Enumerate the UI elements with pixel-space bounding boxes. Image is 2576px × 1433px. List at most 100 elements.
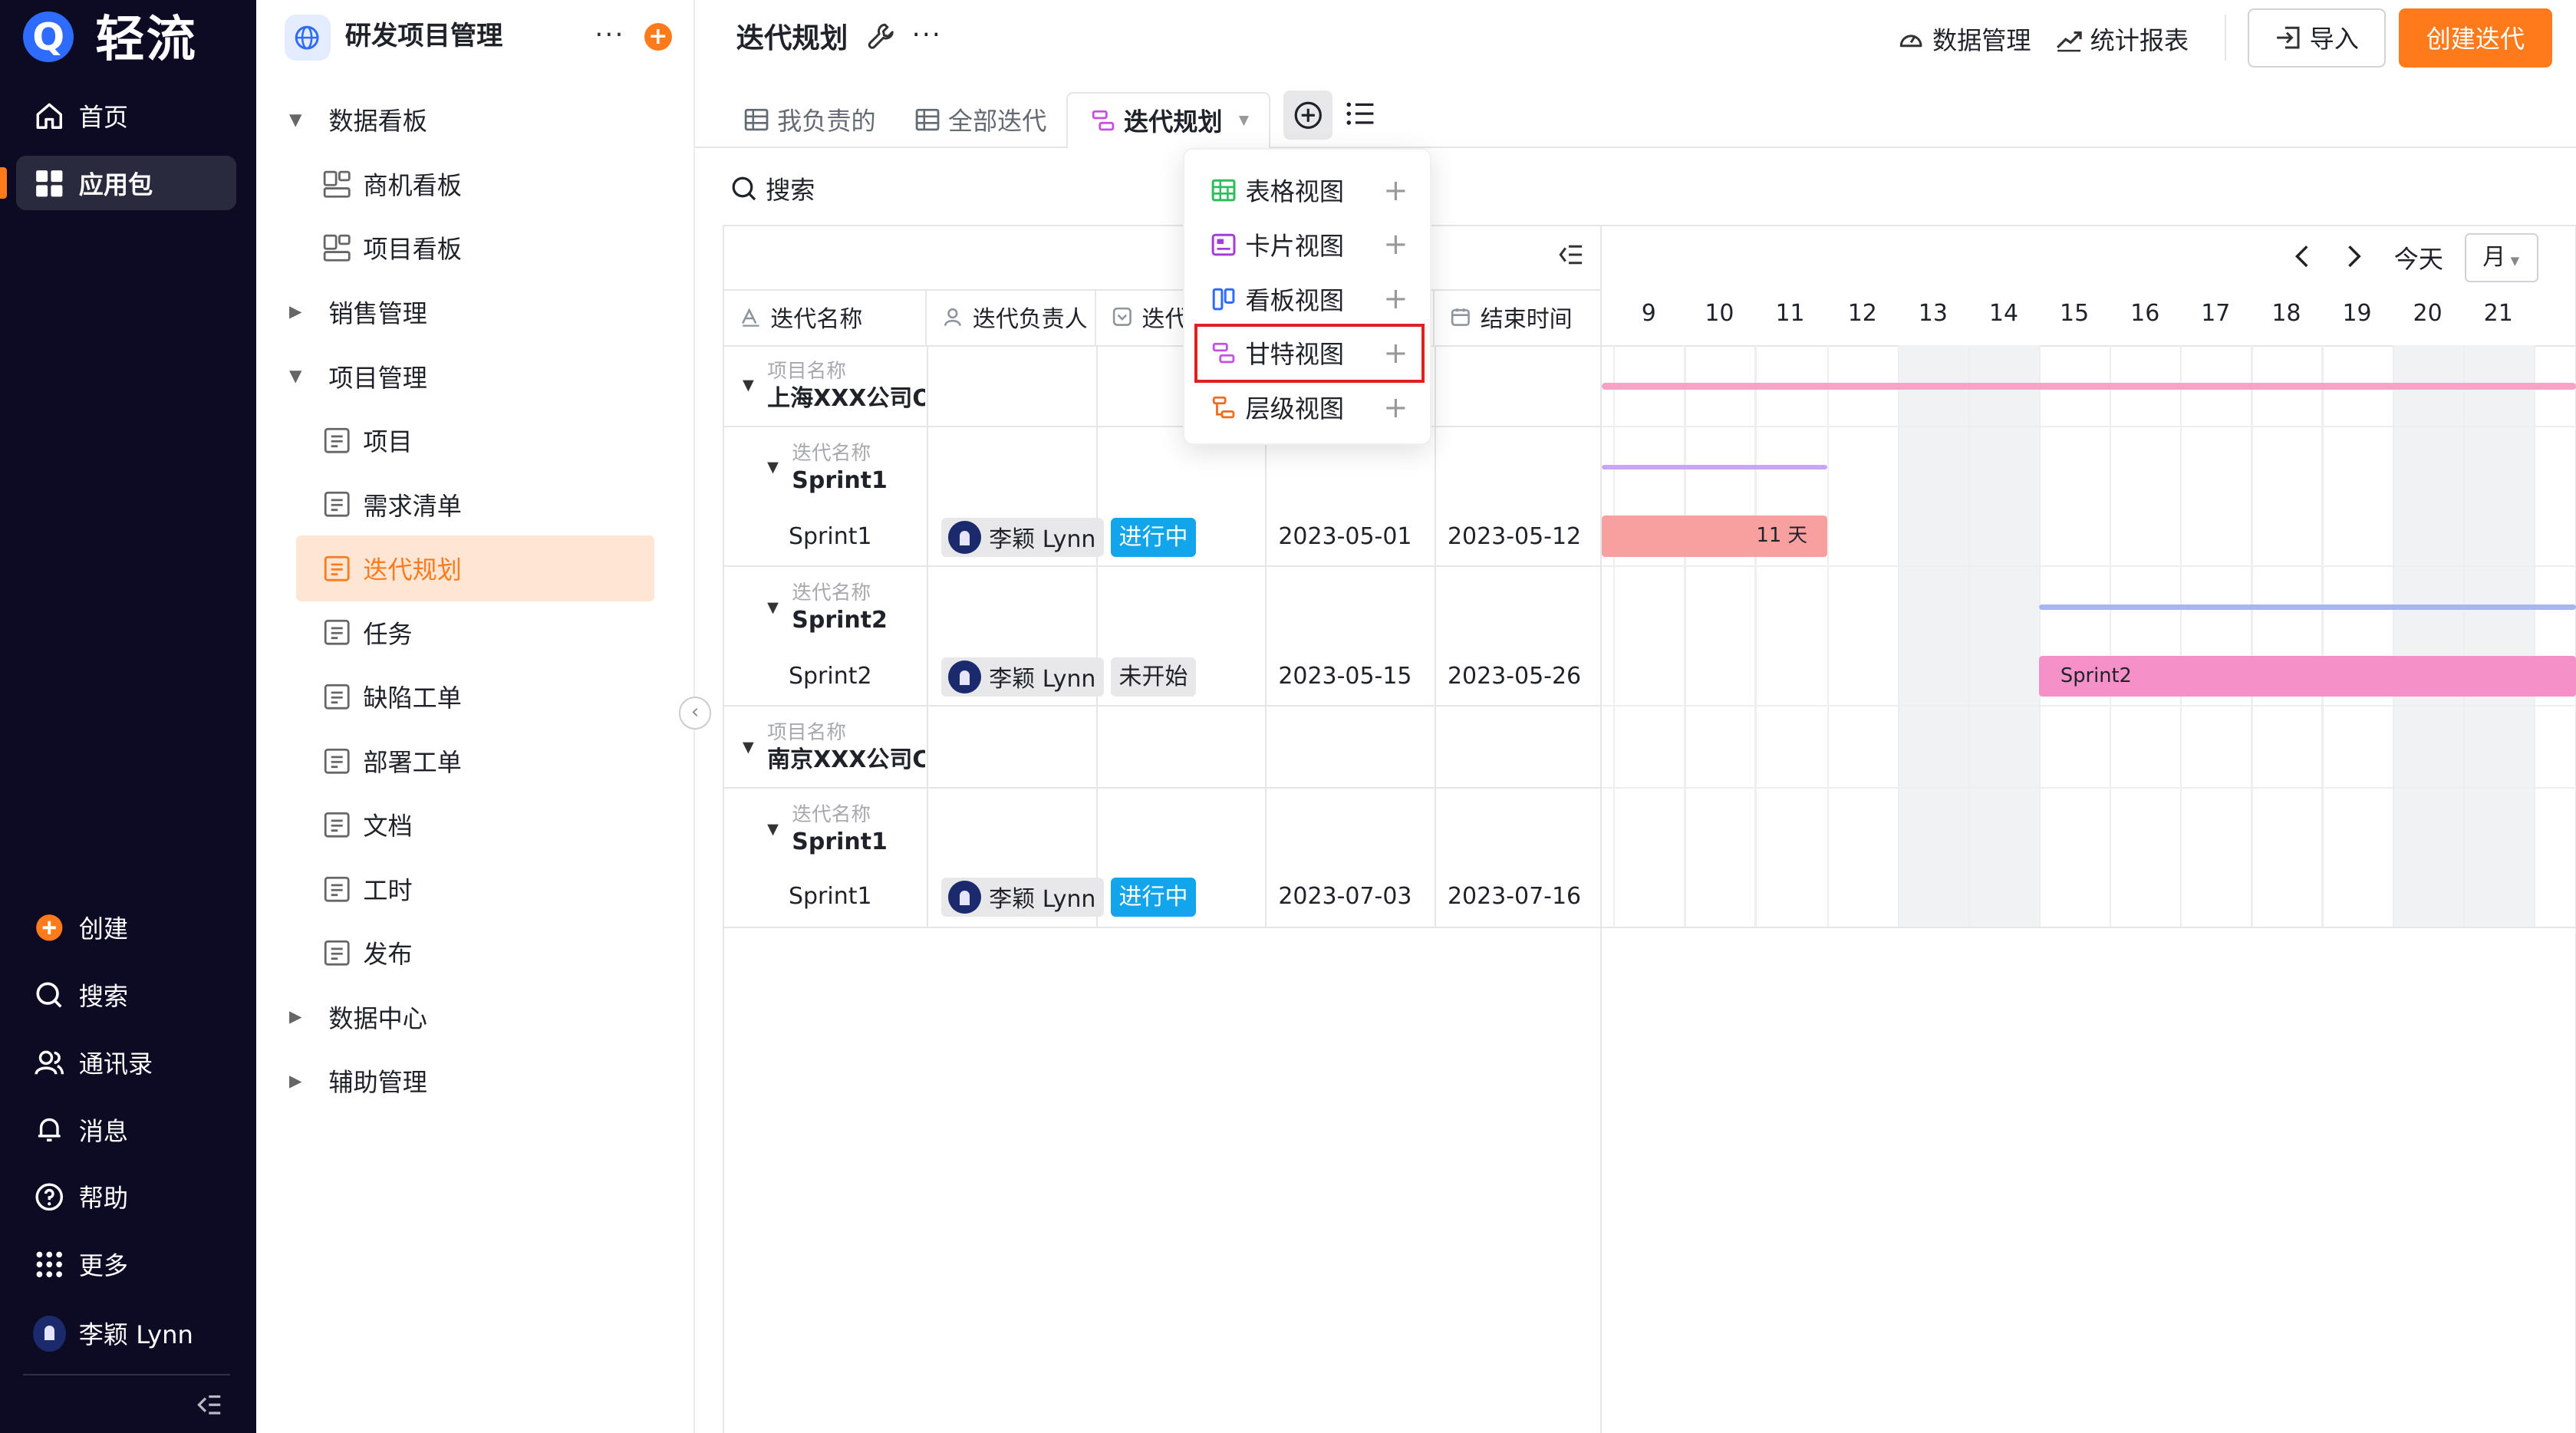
group-label: 迭代名称 (792, 442, 871, 466)
cell-end-date[interactable]: 2023-05-26 (1448, 660, 1581, 693)
cell-iteration-name[interactable]: Sprint1 (789, 881, 872, 914)
page-more-button[interactable]: ··· (912, 20, 942, 51)
data-manage-label: 数据管理 (1932, 25, 2031, 55)
sidebar-item-defects[interactable]: 缺陷工单 (322, 666, 462, 728)
menu-item-kanban-view[interactable]: 看板视图 + (1211, 276, 1408, 322)
sidebar-item-biz-board[interactable]: 商机看板 (322, 153, 462, 215)
today-button[interactable]: 今天 (2394, 240, 2443, 275)
import-icon (2276, 26, 2300, 49)
sidebar-item-release[interactable]: 发布 (322, 922, 413, 984)
tab-iteration-plan[interactable]: 迭代规划 ▼ (1066, 91, 1270, 148)
owner-tag[interactable]: 李颖 Lynn (941, 877, 1105, 917)
cell-start-date[interactable]: 2023-07-03 (1278, 881, 1412, 914)
status-badge[interactable]: 进行中 (1110, 877, 1197, 917)
nav-item-help[interactable]: 帮助 (16, 1170, 236, 1224)
cell-start-date[interactable]: 2023-05-15 (1278, 660, 1412, 693)
form-icon (322, 810, 352, 840)
wrench-icon[interactable] (866, 21, 896, 58)
nav-item-create[interactable]: 创建 (16, 901, 236, 955)
task-bar-sprint1[interactable]: 11 天 (1602, 516, 1827, 557)
dashboard-icon (322, 170, 352, 199)
sidebar-item-iteration-plan[interactable]: 迭代规划 (322, 537, 462, 599)
nav-item-messages[interactable]: 消息 (16, 1102, 236, 1157)
trend-chart-icon (2056, 31, 2082, 52)
status-badge[interactable]: 进行中 (1110, 517, 1197, 557)
row-line (1602, 704, 2576, 707)
tab-mine[interactable]: 我负责的 (744, 92, 876, 148)
data-manage-button[interactable]: 数据管理 (1898, 21, 2031, 57)
caret-down-icon[interactable]: ▼ (767, 820, 779, 838)
header-divider (2225, 15, 2227, 61)
view-list-icon[interactable] (1346, 100, 1375, 133)
nav-divider (22, 1373, 230, 1375)
menu-item-card-view[interactable]: 卡片视图 + (1211, 222, 1408, 268)
task-bar-sprint2[interactable]: Sprint2 (2039, 655, 2576, 697)
nav-item-search[interactable]: 搜索 (16, 968, 236, 1023)
plus-icon[interactable]: + (1383, 282, 1408, 316)
add-view-button[interactable] (1283, 90, 1333, 140)
sidebar-group-sales[interactable]: ▶ 销售管理 (289, 281, 427, 343)
day-divider (2392, 344, 2394, 927)
chevron-left-icon[interactable] (2292, 243, 2312, 275)
nav-user[interactable]: 李颖 Lynn (16, 1306, 236, 1361)
sidebar-item-hours[interactable]: 工时 (322, 858, 413, 920)
sidebar-item-tasks[interactable]: 任务 (322, 601, 413, 664)
chevron-right-icon[interactable] (2344, 243, 2364, 275)
tab-all[interactable]: 全部迭代 (915, 92, 1046, 148)
cell-end-date[interactable]: 2023-07-16 (1448, 881, 1581, 914)
sidebar-group-data-board[interactable]: ▼ 数据看板 (289, 89, 427, 151)
menu-item-label: 表格视图 (1245, 177, 1344, 207)
sidebar-item-project[interactable]: 项目 (322, 409, 413, 471)
collapse-nav-icon[interactable] (194, 1390, 224, 1426)
nav-item-home[interactable]: 首页 (16, 89, 236, 143)
plus-icon[interactable]: + (1383, 390, 1408, 425)
tab-label: 全部迭代 (947, 107, 1047, 137)
nav-item-contacts[interactable]: 通讯录 (16, 1035, 236, 1089)
bell-icon (33, 1113, 66, 1146)
sidebar-item-docs[interactable]: 文档 (322, 794, 413, 856)
sidebar-group-aux[interactable]: ▶ 辅助管理 (289, 1050, 427, 1112)
col-header-owner[interactable]: 迭代负责人 (927, 288, 1096, 345)
plus-icon[interactable]: + (1383, 173, 1408, 208)
cell-iteration-name[interactable]: Sprint1 (789, 521, 872, 554)
cell-iteration-name[interactable]: Sprint2 (789, 660, 872, 693)
create-iteration-button[interactable]: 创建迭代 (2399, 8, 2552, 68)
sidebar-item-project-board[interactable]: 项目看板 (322, 217, 462, 279)
plus-icon[interactable]: + (1383, 227, 1408, 262)
sidebar-item-deploy[interactable]: 部署工单 (322, 730, 462, 792)
form-icon (322, 682, 352, 712)
sidebar-group-project-mgmt[interactable]: ▼ 项目管理 (289, 345, 427, 407)
caret-down-icon[interactable]: ▼ (743, 376, 754, 394)
nav-item-apps[interactable]: 应用包 (16, 156, 237, 211)
caret-down-icon[interactable]: ▼ (743, 738, 754, 756)
group-label: 项目名称 (767, 721, 846, 745)
caret-down-icon[interactable]: ▼ (767, 598, 779, 616)
kanban-view-icon (1212, 288, 1234, 311)
caret-down-icon[interactable]: ▼ (767, 458, 779, 476)
space-more-button[interactable]: ··· (595, 20, 624, 51)
caret-right-icon: ▶ (288, 302, 302, 322)
group-summary-bar (1602, 382, 2576, 390)
col-header-iteration-name[interactable]: 迭代名称 (724, 288, 927, 345)
sidebar-item-requirements[interactable]: 需求清单 (322, 473, 462, 535)
day-label: 12 (1847, 299, 1877, 327)
nav-item-more[interactable]: 更多 (16, 1237, 236, 1292)
hierarchy-view-icon (1212, 396, 1234, 419)
menu-item-hierarchy-view[interactable]: 层级视图 + (1211, 384, 1408, 430)
menu-item-table-view[interactable]: 表格视图 + (1211, 167, 1408, 213)
table-icon (915, 109, 940, 131)
grid-apps-icon (33, 166, 66, 199)
cell-end-date[interactable]: 2023-05-12 (1448, 521, 1581, 554)
sidebar-group-data-center[interactable]: ▶ 数据中心 (289, 986, 427, 1048)
col-header-end-date[interactable]: 结束时间 (1435, 289, 1602, 345)
status-badge[interactable]: 未开始 (1110, 657, 1197, 697)
space-add-button[interactable]: + (644, 22, 673, 51)
search-button[interactable]: 搜索 (731, 171, 815, 206)
owner-tag[interactable]: 李颖 Lynn (941, 657, 1105, 697)
collapse-table-icon[interactable] (1557, 243, 1583, 272)
scale-select[interactable]: 月 ▼ (2464, 233, 2539, 283)
import-button[interactable]: 导入 (2248, 8, 2387, 68)
owner-tag[interactable]: 李颖 Lynn (941, 517, 1105, 557)
stats-report-button[interactable]: 统计报表 (2056, 21, 2189, 57)
cell-start-date[interactable]: 2023-05-01 (1278, 521, 1412, 554)
